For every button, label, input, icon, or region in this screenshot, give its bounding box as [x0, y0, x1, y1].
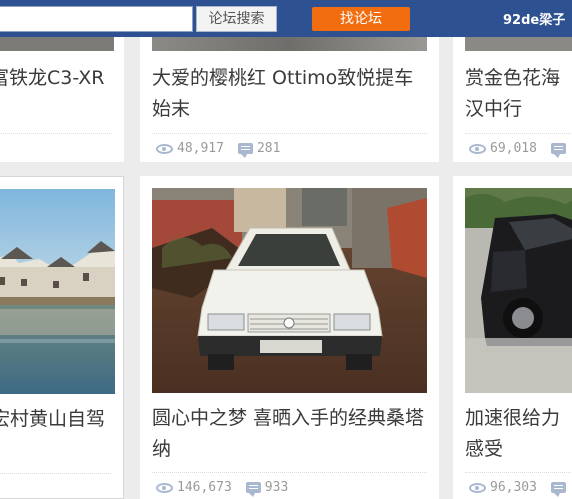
post-title[interactable]: 宏村黄山自驾 [0, 404, 123, 435]
post-thumbnail[interactable] [465, 37, 572, 51]
post-thumbnail[interactable] [152, 37, 427, 51]
post-thumbnail[interactable] [0, 37, 114, 51]
forum-search-button[interactable]: 论坛搜索 [196, 6, 277, 32]
comments-icon [550, 482, 566, 497]
divider [0, 133, 112, 134]
post-card[interactable]: 赏金色花海 汉中行 69,018 [453, 37, 572, 162]
post-title[interactable]: 圆心中之梦 喜晒入手的经典桑塔纳 [152, 403, 427, 465]
reply-count: 281 [256, 141, 281, 156]
post-thumbnail[interactable] [465, 188, 572, 393]
find-forum-button[interactable]: 找论坛 [312, 7, 410, 31]
view-count: 96,303 [490, 480, 537, 495]
post-title[interactable]: 富铁龙C3-XR [0, 63, 124, 94]
post-stats: 69,018 [469, 141, 570, 158]
post-card[interactable]: 宏村黄山自驾 [0, 176, 124, 499]
user-name-link[interactable]: 92de梁子 [503, 9, 565, 28]
top-bar: 论坛搜索 找论坛 92de梁子 [0, 0, 572, 37]
views-icon [156, 143, 173, 154]
post-title[interactable]: 大爱的樱桃红 Ottimo致悦提车始末 [152, 63, 427, 125]
post-thumbnail[interactable] [0, 189, 115, 394]
view-count: 69,018 [490, 141, 537, 156]
views-icon [469, 143, 486, 154]
search-input[interactable] [0, 6, 193, 32]
post-thumbnail[interactable] [152, 188, 427, 393]
post-stats: 96,303 [469, 480, 570, 497]
views-icon [156, 482, 173, 493]
views-icon [469, 482, 486, 493]
view-count: 146,673 [177, 480, 232, 495]
car-photo [152, 188, 427, 393]
post-stats: 48,917 281 [156, 141, 281, 158]
divider [152, 133, 427, 134]
post-title[interactable]: 赏金色花海 汉中行 [465, 63, 572, 125]
reply-count: 933 [264, 480, 289, 495]
divider [152, 472, 427, 473]
comments-icon [237, 143, 253, 158]
comments-icon [245, 482, 261, 497]
village-photo [0, 189, 115, 394]
post-stats: 146,673 933 [156, 480, 289, 497]
sedan-photo [465, 188, 572, 393]
divider [465, 133, 571, 134]
divider [0, 473, 111, 474]
view-count: 48,917 [177, 141, 224, 156]
post-card[interactable]: 富铁龙C3-XR [0, 37, 124, 162]
post-title[interactable]: 加速很给力 感受 [465, 403, 572, 465]
post-card[interactable]: 圆心中之梦 喜晒入手的经典桑塔纳 146,673 933 [140, 176, 439, 499]
post-card[interactable]: 加速很给力 感受 96,303 [453, 176, 572, 499]
comments-icon [550, 143, 566, 158]
post-card[interactable]: 大爱的樱桃红 Ottimo致悦提车始末 48,917 281 [140, 37, 439, 162]
divider [465, 472, 571, 473]
